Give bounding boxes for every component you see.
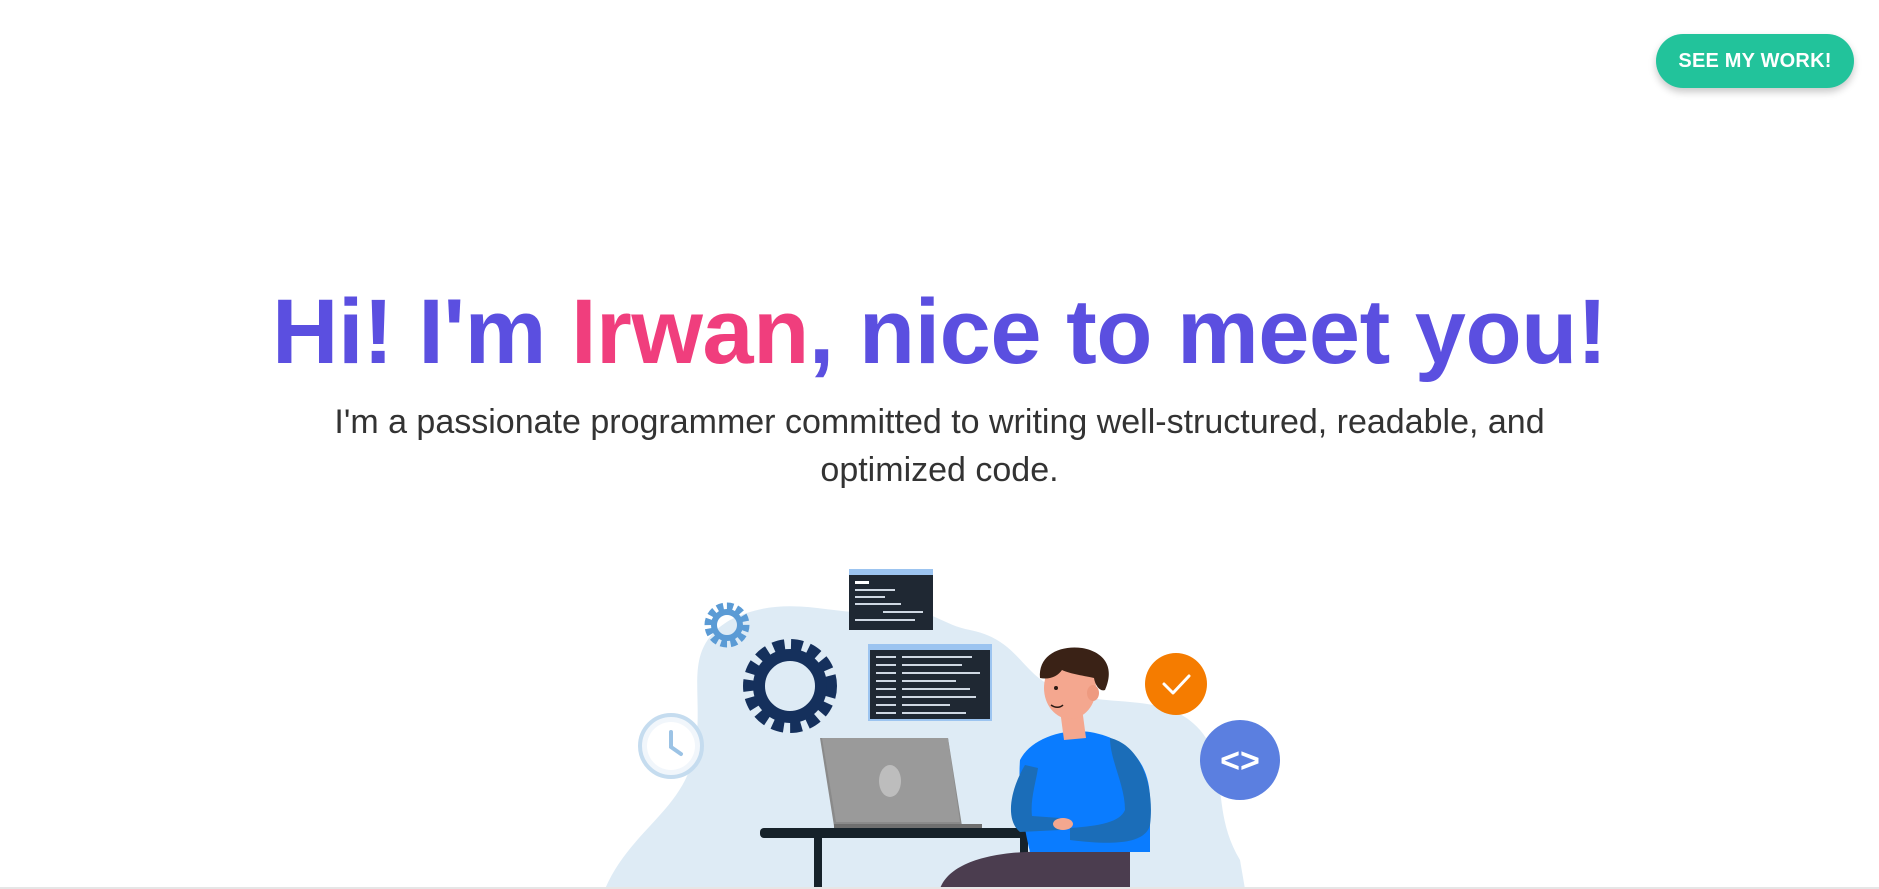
- clock-icon: [638, 713, 704, 779]
- subtitle-line-2: optimized code.: [820, 451, 1059, 489]
- hero-subtitle: I'm a passionate programmer committed to…: [290, 398, 1590, 494]
- subtitle-line-1: I'm a passionate programmer committed to…: [334, 403, 1545, 441]
- hero-headline: Hi! I'm Irwan, nice to meet you!: [0, 282, 1879, 382]
- see-my-work-button[interactable]: SEE MY WORK!: [1656, 34, 1854, 88]
- headline-name: Irwan: [571, 281, 809, 383]
- code-window-large: [868, 644, 992, 721]
- headline-tail: , nice to meet you!: [808, 281, 1608, 383]
- code-icon: <>: [1200, 720, 1280, 800]
- code-window-small: [849, 569, 933, 630]
- programmer-illustration: <>: [605, 569, 1280, 889]
- hero-section: Hi! I'm Irwan, nice to meet you! I'm a p…: [0, 282, 1879, 494]
- headline-greeting: Hi! I'm: [272, 281, 571, 383]
- svg-text:<>: <>: [1220, 742, 1260, 780]
- landing-page: SEE MY WORK! Hi! I'm Irwan, nice to meet…: [0, 0, 1879, 889]
- check-icon: [1145, 653, 1207, 715]
